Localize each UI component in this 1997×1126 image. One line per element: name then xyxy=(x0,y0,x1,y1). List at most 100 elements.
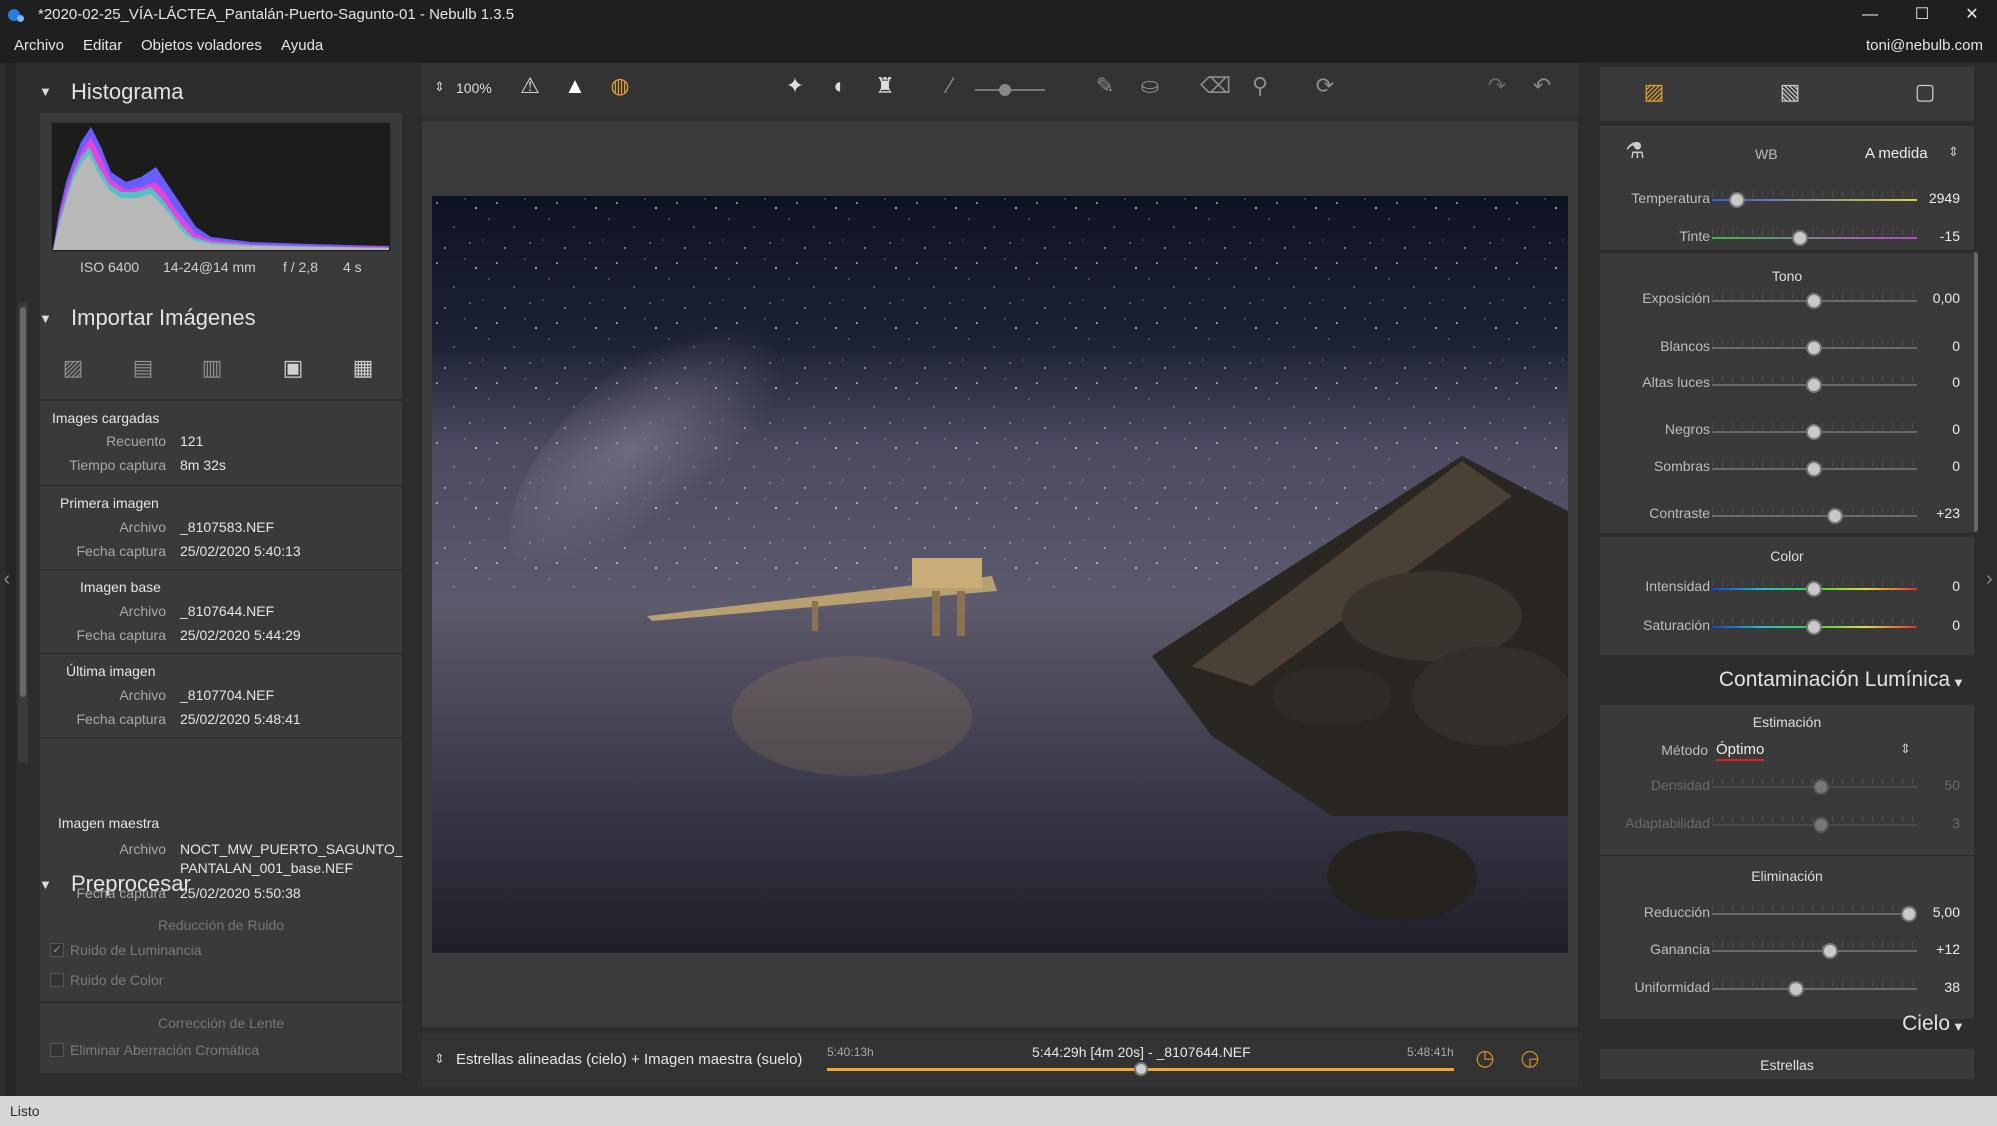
base-heading: Imagen base xyxy=(80,579,161,595)
chromatic-checkbox[interactable] xyxy=(50,1043,64,1057)
gain-value[interactable]: +12 xyxy=(1910,941,1960,957)
exposure-value[interactable]: 0,00 xyxy=(1910,290,1960,306)
first-file-label: Archivo xyxy=(119,519,166,535)
density-slider[interactable] xyxy=(1712,778,1917,795)
color-noise-checkbox[interactable] xyxy=(50,973,64,987)
fill-bucket-icon[interactable]: ⛀ xyxy=(1135,73,1165,99)
left-scrollbar[interactable] xyxy=(18,303,28,763)
master-file-line2: PANTALAN_001_base.NEF xyxy=(180,860,354,876)
menu-archivo[interactable]: Archivo xyxy=(14,37,64,54)
method-stepper-icon[interactable]: ⇕ xyxy=(1900,741,1911,757)
zoom-stepper-icon[interactable]: ⇕ xyxy=(434,79,445,95)
shadows-slider[interactable] xyxy=(1712,460,1917,477)
exposure-label: Exposición xyxy=(1642,290,1710,306)
temperature-value[interactable]: 2949 xyxy=(1910,190,1960,206)
saturation-value[interactable]: 0 xyxy=(1910,617,1960,633)
tower-icon[interactable]: ♜ xyxy=(870,73,900,99)
tint-value[interactable]: -15 xyxy=(1910,228,1960,244)
wb-mode-select[interactable]: A medida xyxy=(1865,145,1928,162)
minimize-button[interactable]: — xyxy=(1850,4,1890,26)
saturation-slider[interactable] xyxy=(1712,618,1917,635)
luminance-noise-checkbox[interactable]: ✓ xyxy=(50,943,64,957)
maximize-button[interactable]: ☐ xyxy=(1902,4,1942,26)
intensity-value[interactable]: 0 xyxy=(1910,578,1960,594)
timeline-slider[interactable] xyxy=(827,1062,1454,1076)
brush-icon[interactable]: ✎ xyxy=(1090,73,1120,99)
brush-size-slider[interactable] xyxy=(975,84,1045,96)
import-info-panel: Images cargadas Recuento 121 Tiempo capt… xyxy=(40,401,402,809)
warning-outline-icon[interactable]: ⚠ xyxy=(515,73,545,99)
import-stack-icon[interactable]: ▥ xyxy=(197,355,227,381)
planet-icon[interactable]: ◐ xyxy=(825,73,855,99)
user-account[interactable]: toni@nebulb.com xyxy=(1866,37,1983,54)
eyedropper-icon[interactable]: ⚗ xyxy=(1620,138,1650,164)
light-pollution-title: Contaminación Lumínica xyxy=(1718,668,1950,691)
stars-icon[interactable]: ✦ xyxy=(780,73,810,99)
import-images-icon[interactable]: ▨ xyxy=(58,355,88,381)
tab-image-icon[interactable]: ▧ xyxy=(1772,79,1808,105)
whites-slider[interactable] xyxy=(1712,339,1917,356)
mode-stepper-icon[interactable]: ⇕ xyxy=(434,1051,445,1067)
intensity-slider[interactable] xyxy=(1712,580,1917,597)
tint-slider[interactable] xyxy=(1712,229,1917,246)
tab-develop-icon[interactable]: ▨ xyxy=(1636,79,1672,105)
uniformity-value[interactable]: 38 xyxy=(1910,979,1960,995)
histogram-collapse-icon[interactable]: ▼ xyxy=(39,84,52,99)
reduction-value[interactable]: 5,00 xyxy=(1910,904,1960,920)
blend-mode-select[interactable]: Estrellas alineadas (cielo) + Imagen mae… xyxy=(456,1051,802,1068)
tab-frame-icon[interactable]: ▢ xyxy=(1907,79,1943,105)
temperature-slider[interactable] xyxy=(1712,191,1917,208)
adaptability-slider[interactable] xyxy=(1712,816,1917,833)
menu-ayuda[interactable]: Ayuda xyxy=(281,37,323,54)
redo-icon[interactable]: ↷ xyxy=(1482,73,1512,99)
gain-label: Ganancia xyxy=(1650,941,1710,957)
whites-value[interactable]: 0 xyxy=(1910,338,1960,354)
uniformity-slider[interactable] xyxy=(1712,980,1917,997)
collapse-right-icon[interactable]: › xyxy=(1986,568,1993,591)
method-select[interactable]: Óptimo xyxy=(1716,741,1765,761)
menu-objetos-voladores[interactable]: Objetos voladores xyxy=(141,37,262,54)
clear-images-icon[interactable]: ▦ xyxy=(348,355,378,381)
time-back-icon[interactable]: ◷ xyxy=(1470,1045,1500,1071)
sky-title: Cielo xyxy=(1902,1012,1950,1035)
image-canvas[interactable] xyxy=(422,121,1578,1027)
whites-label: Blancos xyxy=(1660,338,1710,354)
first-date-label: Fecha captura xyxy=(76,543,167,559)
density-value[interactable]: 50 xyxy=(1910,777,1960,793)
wb-mode-stepper-icon[interactable]: ⇕ xyxy=(1948,144,1959,160)
blacks-value[interactable]: 0 xyxy=(1910,421,1960,437)
light-pollution-collapse-icon[interactable]: ▼ xyxy=(1952,675,1965,690)
histogram-iso: ISO 6400 xyxy=(80,259,140,275)
warning-filled-icon[interactable]: ▲ xyxy=(560,73,590,99)
highlights-value[interactable]: 0 xyxy=(1910,374,1960,390)
sweep-brush-icon[interactable]: ⚲ xyxy=(1245,73,1275,99)
gain-slider[interactable] xyxy=(1712,942,1917,959)
contrast-label: Contraste xyxy=(1649,505,1710,521)
palette-icon[interactable]: ◍ xyxy=(605,73,635,99)
highlights-slider[interactable] xyxy=(1712,376,1917,393)
menu-editar[interactable]: Editar xyxy=(83,37,122,54)
time-forward-icon[interactable]: ◶ xyxy=(1515,1045,1545,1071)
sky-collapse-icon[interactable]: ▼ xyxy=(1952,1019,1965,1034)
preprocess-collapse-icon[interactable]: ▼ xyxy=(39,877,52,892)
contrast-slider[interactable] xyxy=(1712,507,1917,524)
blacks-slider[interactable] xyxy=(1712,423,1917,440)
import-folder-icon[interactable]: ▤ xyxy=(128,355,158,381)
master-image-icon[interactable]: ▣ xyxy=(278,355,308,381)
status-text: Listo xyxy=(10,1103,40,1119)
adaptability-value[interactable]: 3 xyxy=(1910,815,1960,831)
stars-subsection[interactable]: Estrellas xyxy=(1600,1049,1974,1079)
reduction-slider[interactable] xyxy=(1712,905,1917,922)
shadows-value[interactable]: 0 xyxy=(1910,458,1960,474)
exposure-slider[interactable] xyxy=(1712,292,1917,309)
import-collapse-icon[interactable]: ▼ xyxy=(39,311,52,326)
undo-icon[interactable]: ↶ xyxy=(1527,73,1557,99)
refresh-icon[interactable]: ⟳ xyxy=(1310,73,1340,99)
eraser-icon[interactable]: ⌫ xyxy=(1200,73,1231,99)
timeline-bar: ⇕ Estrellas alineadas (cielo) + Imagen m… xyxy=(422,1033,1578,1087)
magic-wand-icon[interactable]: ⁄ xyxy=(935,73,965,99)
zoom-level[interactable]: 100% xyxy=(456,80,492,96)
close-button[interactable]: ✕ xyxy=(1952,4,1992,26)
collapse-left-icon[interactable]: ‹ xyxy=(0,568,14,591)
contrast-value[interactable]: +23 xyxy=(1910,505,1960,521)
